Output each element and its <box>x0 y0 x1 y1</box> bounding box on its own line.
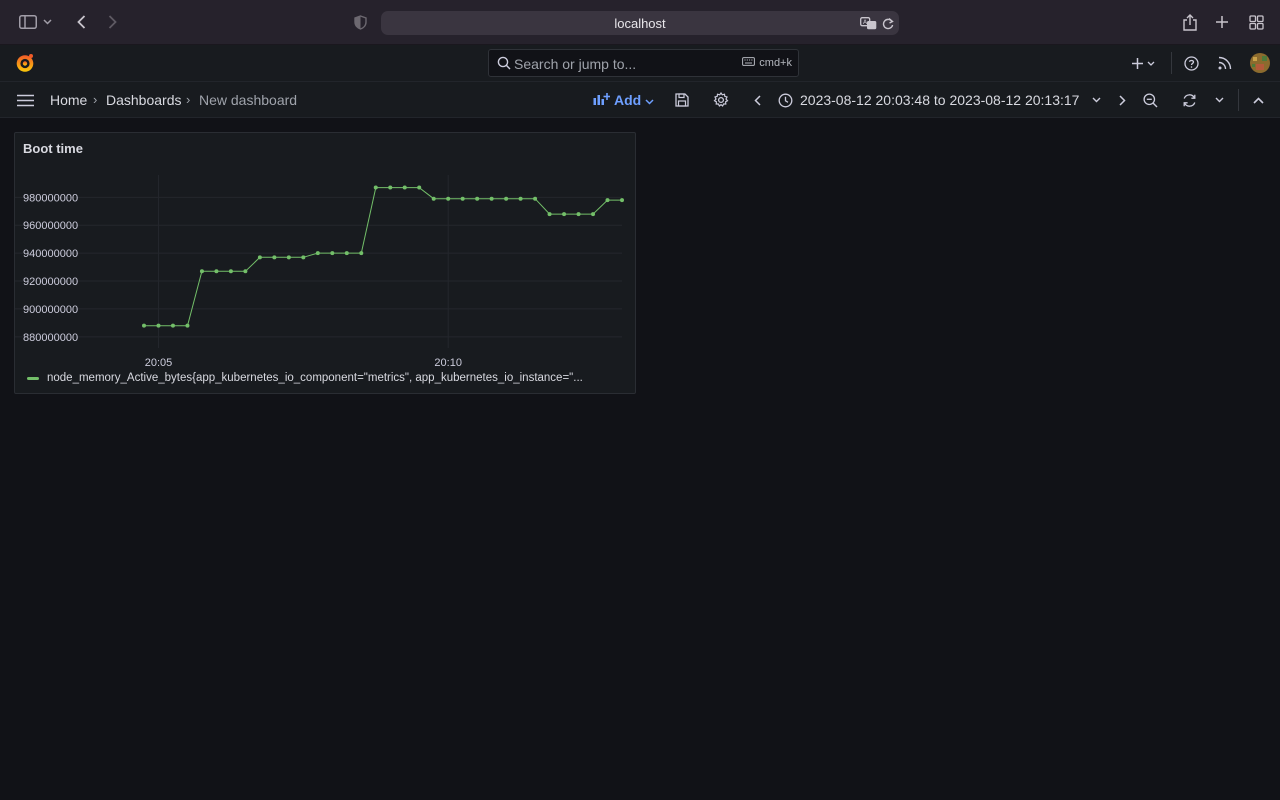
save-dashboard-icon[interactable] <box>671 89 693 111</box>
chevron-down-icon <box>645 92 654 108</box>
refresh-icon[interactable] <box>1178 89 1200 111</box>
data-point <box>475 196 480 201</box>
y-tick-label: 940000000 <box>23 248 78 260</box>
time-shift-back-icon[interactable] <box>746 89 768 111</box>
data-point <box>533 196 538 201</box>
keyboard-icon <box>742 57 756 69</box>
legend-color-swatch <box>27 376 39 380</box>
breadcrumb-home[interactable]: Home <box>50 92 87 108</box>
zoom-out-icon[interactable] <box>1139 89 1161 111</box>
time-series-panel[interactable]: Boot time 880000000 900000000 920000000 940… <box>14 132 636 394</box>
data-point <box>504 196 509 201</box>
data-point <box>562 212 567 217</box>
data-point <box>199 269 204 274</box>
chevron-down-icon[interactable] <box>1085 89 1107 111</box>
data-point <box>518 196 523 201</box>
user-avatar[interactable] <box>1249 52 1271 74</box>
time-series-chart[interactable]: 880000000 900000000 920000000 940000000 9600… <box>15 133 635 393</box>
data-point <box>431 196 436 201</box>
browser-toolbar: localhost A <box>0 0 1280 45</box>
data-point <box>489 196 494 201</box>
back-icon[interactable] <box>70 11 92 33</box>
data-point <box>315 251 320 256</box>
chevron-down-icon[interactable] <box>1145 52 1157 74</box>
data-point <box>286 255 291 260</box>
url-text: localhost <box>614 16 666 31</box>
data-point <box>620 198 624 203</box>
data-point <box>446 196 451 201</box>
y-tick-label: 960000000 <box>23 220 78 232</box>
sidebar-toggle-icon[interactable] <box>17 11 39 33</box>
data-point <box>272 255 277 260</box>
legend-label: node_memory_Active_bytes{app_kubernetes_… <box>47 372 583 384</box>
breadcrumb-current: New dashboard <box>199 92 298 108</box>
data-point <box>142 323 146 328</box>
data-point <box>388 185 393 190</box>
search-input[interactable]: Search or jump to... cmd+k <box>488 49 799 77</box>
time-shift-forward-icon[interactable] <box>1111 89 1133 111</box>
help-icon[interactable] <box>1180 52 1202 74</box>
share-icon[interactable] <box>1179 11 1201 33</box>
privacy-shield-icon[interactable] <box>349 11 371 33</box>
add-panel-icon <box>593 92 610 108</box>
data-point <box>228 269 233 274</box>
clock-icon[interactable] <box>774 89 796 111</box>
data-point <box>214 269 219 274</box>
x-tick-label: 20:10 <box>434 357 462 369</box>
series-line <box>144 187 622 327</box>
data-point <box>344 251 349 256</box>
search-icon <box>497 56 511 70</box>
add-label: Add <box>614 92 642 108</box>
breadcrumb-separator: › <box>186 92 191 107</box>
new-tab-icon[interactable] <box>1211 11 1233 33</box>
reload-icon[interactable] <box>880 15 896 31</box>
data-point <box>330 251 335 256</box>
data-point <box>257 255 262 260</box>
time-range-picker[interactable]: 2023-08-12 20:03:48 to 2023-08-12 20:13:… <box>800 92 1079 108</box>
y-tick-label: 920000000 <box>23 276 78 288</box>
x-tick-label: 20:05 <box>145 357 173 369</box>
shortcut-text: cmd+k <box>759 57 792 69</box>
data-point <box>156 323 161 328</box>
divider <box>1171 52 1172 74</box>
data-point <box>185 323 190 328</box>
y-tick-label: 900000000 <box>23 304 78 316</box>
search-placeholder: Search or jump to... <box>514 56 637 72</box>
legend[interactable]: node_memory_Active_bytes{app_kubernetes_… <box>27 372 583 384</box>
data-point <box>170 323 175 328</box>
add-button[interactable]: Add <box>593 91 654 109</box>
chevron-down-icon[interactable] <box>1208 89 1230 111</box>
y-tick-label: 880000000 <box>23 332 78 344</box>
chevron-down-icon[interactable] <box>40 11 54 33</box>
data-point <box>591 212 596 217</box>
news-feed-icon[interactable] <box>1214 52 1236 74</box>
menu-icon[interactable] <box>14 89 36 111</box>
data-point <box>605 198 610 203</box>
data-point <box>460 196 465 201</box>
data-point <box>547 212 552 217</box>
y-tick-label: 980000000 <box>23 192 78 204</box>
address-bar[interactable]: localhost A <box>381 11 899 35</box>
data-point <box>359 251 364 256</box>
data-point <box>301 255 306 260</box>
data-point <box>402 185 407 190</box>
collapse-toolbar-icon[interactable] <box>1247 89 1269 111</box>
breadcrumb-separator: › <box>93 92 98 107</box>
tab-overview-icon[interactable] <box>1245 11 1267 33</box>
divider <box>1238 89 1239 111</box>
data-point <box>243 269 248 274</box>
keyboard-shortcut-hint: cmd+k <box>742 57 792 69</box>
dashboard-toolbar: Home › Dashboards › New dashboard Add 20… <box>0 82 1280 118</box>
data-point <box>373 185 378 190</box>
forward-icon[interactable] <box>101 11 123 33</box>
data-point <box>576 212 581 217</box>
breadcrumb-dashboards[interactable]: Dashboards <box>106 92 182 108</box>
translate-icon[interactable]: A <box>859 15 877 31</box>
settings-gear-icon[interactable] <box>710 89 732 111</box>
grafana-logo-icon[interactable] <box>14 52 36 74</box>
grafana-top-nav: Search or jump to... cmd+k <box>0 45 1280 82</box>
data-point <box>417 185 422 190</box>
